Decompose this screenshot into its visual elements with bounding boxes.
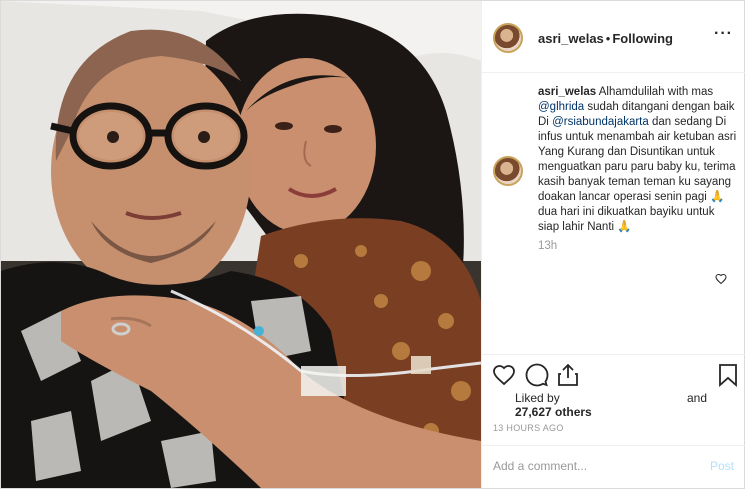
pray-emoji-icon: 🙏 (710, 191, 725, 203)
comment-input[interactable] (493, 457, 683, 475)
header-user-line: asri_welas • Following (538, 31, 673, 46)
bookmark-icon[interactable] (716, 363, 740, 387)
likes-count-link[interactable]: 27,627 others (515, 405, 592, 419)
caption-text-3: dan sedang Di infus untuk menambah air k… (538, 116, 737, 203)
caption-relative-time[interactable]: 13h (538, 240, 557, 252)
post-photo[interactable] (1, 1, 481, 488)
mention-link-1[interactable]: @glhrida (538, 101, 584, 113)
caption-avatar[interactable] (493, 156, 523, 186)
post-sidebar: asri_welas • Following ··· asri_welas Alha… (481, 1, 745, 488)
caption-heart-icon[interactable] (715, 273, 727, 285)
post-timestamp[interactable]: 13 HOURS AGO (493, 423, 564, 433)
pray-emoji-icon: 🙏 (617, 221, 632, 233)
heart-icon[interactable] (492, 363, 516, 387)
comment-box: Post (482, 445, 745, 488)
liked-by-text: Liked by (515, 391, 560, 405)
liked-by-and: and (687, 391, 708, 405)
comment-icon[interactable] (525, 363, 549, 387)
caption-section: asri_welas Alhamdulilah with mas @glhrid… (482, 73, 745, 355)
post-comment-button[interactable]: Post (710, 459, 734, 473)
caption-text: asri_welas Alhamdulilah with mas @glhrid… (538, 85, 738, 235)
post-header: asri_welas • Following ··· (482, 1, 745, 73)
following-button[interactable]: Following (612, 31, 673, 46)
share-icon[interactable] (556, 363, 580, 387)
mention-link-2[interactable]: @rsiabundajakarta (552, 116, 649, 128)
selfie-image (1, 1, 481, 488)
post-actions: Liked by and 27,627 others 13 HOURS AGO (482, 355, 745, 445)
more-options-icon[interactable]: ··· (714, 25, 733, 43)
instagram-post: asri_welas • Following ··· asri_welas Alha… (0, 0, 745, 489)
caption-username[interactable]: asri_welas (538, 86, 596, 98)
caption-text-1: Alhamdulilah with mas (598, 86, 714, 98)
header-separator: • (605, 31, 611, 46)
avatar[interactable] (493, 23, 523, 53)
header-username[interactable]: asri_welas (538, 31, 604, 46)
